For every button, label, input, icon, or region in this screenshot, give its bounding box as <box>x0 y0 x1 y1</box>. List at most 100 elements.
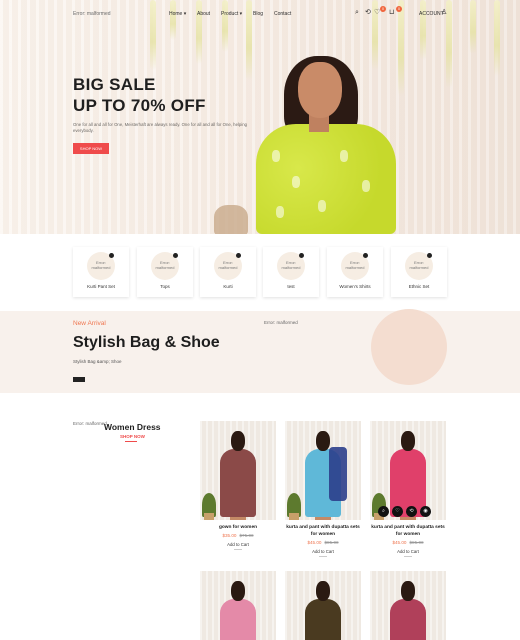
product-image[interactable]: ⌕ ♡ ⟲ ◉ <box>370 421 446 520</box>
category-label: Ethnic Set <box>408 284 430 289</box>
product-name[interactable]: gown for women <box>200 524 276 531</box>
model-dress <box>305 599 341 640</box>
women-dress-image: Error: malformed <box>73 421 107 426</box>
category-image-alt: Error: malformed <box>218 260 238 270</box>
category-image-alt: Error: malformed <box>281 260 301 270</box>
hero-model-face <box>298 62 342 118</box>
category-card[interactable]: Error: malformed Women's Shirts <box>327 247 383 297</box>
product-name[interactable]: kurta and pant with dupatta sets for wom… <box>285 524 361 538</box>
original-price: $85.00 <box>409 540 424 545</box>
category-card[interactable]: Error: malformed Ethnic Set <box>391 247 447 297</box>
category-label: Women's Shirts <box>339 284 371 289</box>
product-image[interactable] <box>370 571 446 640</box>
original-price: $75.00 <box>239 533 254 538</box>
model-hair <box>401 431 415 451</box>
product-price: $35.00 $75.00 <box>200 533 276 538</box>
product-image[interactable] <box>285 421 361 520</box>
sale-price: $35.00 <box>222 533 237 538</box>
nav-home[interactable]: Home ▾ <box>169 11 186 17</box>
category-card[interactable]: Error: malformed test <box>263 247 319 297</box>
women-dress-title: Women Dress <box>104 422 161 432</box>
product-image[interactable] <box>200 571 276 640</box>
heart-icon[interactable]: ♡ <box>392 506 403 517</box>
kurti-motif <box>276 206 284 218</box>
category-image-alt: Error: malformed <box>409 260 429 270</box>
category-label: test <box>287 284 295 289</box>
hero-description: One for all and all for One, Meisterhaft… <box>73 122 248 133</box>
category-image-alt: Error: malformed <box>91 260 111 270</box>
category-card[interactable]: Error: malformed Tops <box>137 247 193 297</box>
nav-contact[interactable]: Contact <box>274 11 291 17</box>
banner-shop-button[interactable] <box>73 377 85 382</box>
add-to-cart-underline <box>404 556 412 557</box>
product-image[interactable] <box>285 571 361 640</box>
user-icon[interactable]: ♙ <box>441 9 447 16</box>
plant-pot <box>289 513 299 520</box>
shop-now-button[interactable]: SHOP NOW <box>73 143 109 154</box>
plant-pot <box>204 513 214 520</box>
site-logo[interactable]: Error: malformed <box>73 11 111 17</box>
add-to-cart-button[interactable]: Add to Cart <box>285 549 361 554</box>
hero-title-line2: UP TO 70% OFF <box>73 96 206 115</box>
model-hair <box>316 431 330 451</box>
search-icon[interactable]: ⌕ <box>378 506 389 517</box>
refresh-icon[interactable]: ⟲ <box>365 9 371 16</box>
model-hair <box>231 431 245 451</box>
nav-about[interactable]: About <box>197 11 210 17</box>
category-badge-dot <box>363 253 368 258</box>
header: Error: malformed Home ▾ About Product ▾ … <box>0 0 520 30</box>
product-card[interactable]: ⌕ ♡ ⟲ ◉ kurta and pant with dupatta sets for… <box>370 421 446 557</box>
model-hair <box>316 581 330 601</box>
nav-blog[interactable]: Blog <box>253 11 263 17</box>
search-icon[interactable]: ⌕ <box>355 9 359 16</box>
women-dress-shop-now-link[interactable]: SHOP NOW <box>120 434 145 439</box>
model-dress <box>390 599 426 640</box>
sale-price: $45.00 <box>392 540 407 545</box>
kurti-motif <box>318 200 326 212</box>
model-dress <box>220 449 256 517</box>
category-badge-dot <box>173 253 178 258</box>
category-label: Tops <box>160 284 170 289</box>
banner-title: Stylish Bag & Shoe <box>73 334 220 351</box>
product-card[interactable]: gown for women $35.00 $75.00 Add to Cart <box>200 421 276 550</box>
nav-product[interactable]: Product ▾ <box>221 11 242 17</box>
hero-title-line1: BIG SALE <box>73 75 156 94</box>
product-card[interactable] <box>200 571 276 640</box>
wishlist-count-badge: 0 <box>380 6 386 12</box>
product-card[interactable]: kurta and pant with dupatta sets for wom… <box>285 421 361 557</box>
kurti-motif <box>362 180 370 192</box>
kurti-motif <box>292 176 300 188</box>
add-to-cart-underline <box>319 556 327 557</box>
product-price: $45.00 $85.00 <box>285 540 361 545</box>
category-badge-dot <box>299 253 304 258</box>
model-hair <box>231 581 245 601</box>
kurti-motif <box>272 150 280 162</box>
banner-image: Error: malformed <box>264 320 298 325</box>
banner-subtitle: Stylish Bag &amp; Shoe <box>73 359 122 364</box>
model-dress <box>220 599 256 640</box>
eye-icon[interactable]: ◉ <box>420 506 431 517</box>
original-price: $85.00 <box>324 540 339 545</box>
new-arrival-banner: New Arrival Stylish Bag & Shoe Stylish B… <box>0 309 520 393</box>
kurti-motif <box>340 150 348 162</box>
product-card[interactable] <box>285 571 361 640</box>
product-name[interactable]: kurta and pant with dupatta sets for wom… <box>370 524 446 538</box>
cart-count-badge: 0 <box>396 6 402 12</box>
category-label: Kurti Pant Set <box>87 284 115 289</box>
category-card[interactable]: Error: malformed Kurti <box>200 247 256 297</box>
refresh-icon[interactable]: ⟲ <box>406 506 417 517</box>
cart-icon[interactable]: ⊔ <box>389 9 394 16</box>
model-hair <box>401 581 415 601</box>
hero-banner: Error: malformed Home ▾ About Product ▾ … <box>0 0 520 234</box>
add-to-cart-underline <box>234 549 242 550</box>
add-to-cart-button[interactable]: Add to Cart <box>200 542 276 547</box>
product-action-icons: ⌕ ♡ ⟲ ◉ <box>378 499 434 517</box>
product-image[interactable] <box>200 421 276 520</box>
model-dupatta <box>329 447 347 501</box>
category-card[interactable]: Error: malformed Kurti Pant Set <box>73 247 129 297</box>
category-badge-dot <box>236 253 241 258</box>
category-badge-dot <box>109 253 114 258</box>
category-label: Kurti <box>223 284 233 289</box>
product-card[interactable] <box>370 571 446 640</box>
add-to-cart-button[interactable]: Add to Cart <box>370 549 446 554</box>
